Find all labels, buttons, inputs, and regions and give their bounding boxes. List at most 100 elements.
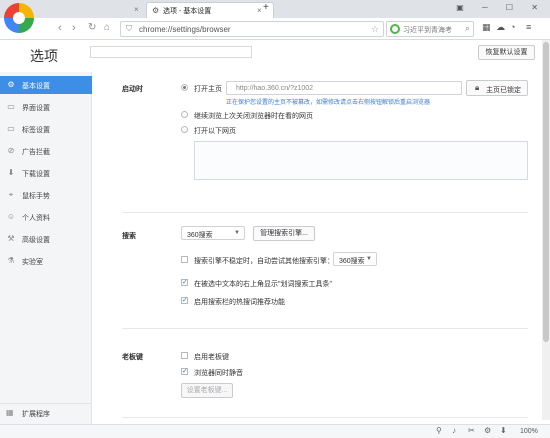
- sidebar-item-label: 广告拦截: [22, 149, 50, 156]
- reset-defaults-button[interactable]: 恢复默认设置: [478, 45, 535, 60]
- manage-search-engines-button[interactable]: 管理搜索引擎...: [253, 226, 315, 241]
- extensions-icon: ▦: [6, 408, 14, 417]
- selection-search-toolbar-checkbox[interactable]: [181, 278, 188, 286]
- download-icon: ⬇: [7, 168, 15, 177]
- boss-key-checkbox[interactable]: [181, 352, 188, 359]
- sidebar-item-label: 下载设置: [22, 171, 50, 178]
- sidebar-item-adblock[interactable]: ⊘ 广告拦截: [0, 142, 92, 160]
- browser-logo-icon[interactable]: [4, 3, 34, 33]
- startup-section-label: 启动时: [122, 86, 143, 93]
- scrollbar-thumb[interactable]: [543, 42, 549, 342]
- sidebar-item-interface[interactable]: ▭ 界面设置: [0, 98, 92, 116]
- gear-icon: ⚙: [7, 80, 15, 89]
- title-bar: × ⚙ 选项 - 基本设置 × + ▣ ─ ☐ ✕: [0, 0, 550, 18]
- mute-label: 浏览器同时静音: [194, 370, 243, 377]
- section-divider: [122, 328, 528, 329]
- search-section-label: 搜索: [122, 233, 136, 240]
- sidebar-item-label: 个人资料: [22, 215, 50, 222]
- section-divider: [122, 212, 528, 213]
- menu-icon[interactable]: ≡: [526, 22, 531, 32]
- open-homepage-label: 打开主页: [194, 86, 222, 93]
- search-input[interactable]: 习近平到青海考: [403, 25, 452, 35]
- sidebar-item-label: 实验室: [22, 259, 43, 266]
- selection-search-toolbar-label: 在被选中文本的右上角显示"划词搜索工具条": [194, 281, 332, 288]
- search-engine-icon: [390, 24, 400, 34]
- status-bar: ⚲ ♪ ✂ ⚙ ⬇ 100%: [0, 424, 550, 438]
- tab-icon: ▭: [7, 124, 15, 133]
- sidebar-item-label: 鼠标手势: [22, 193, 50, 200]
- zoom-level[interactable]: 100%: [520, 428, 538, 435]
- window-controls[interactable]: ▣ ─ ☐ ✕: [456, 3, 546, 12]
- fallback-engine-select[interactable]: 360搜索 ▼: [333, 252, 377, 266]
- page-title: 选项: [30, 48, 58, 64]
- radio-open-pages[interactable]: [181, 126, 188, 133]
- sidebar-item-advanced[interactable]: ⚒ 高级设置: [0, 230, 92, 248]
- startup-pages-list[interactable]: [194, 141, 528, 180]
- chevron-down-icon: ▼: [234, 230, 240, 236]
- sidebar-item-download[interactable]: ⬇ 下载设置: [0, 164, 92, 182]
- sidebar: ⚙ 基本设置 ▭ 界面设置 ▭ 标签设置 ⊘ 广告拦截 ⬇ 下载设置 ⌖ 鼠标手…: [0, 72, 92, 438]
- sidebar-item-label: 基本设置: [22, 83, 50, 90]
- mute-icon[interactable]: ♪: [452, 426, 456, 435]
- homepage-value: http://hao.360.cn/?z1002: [236, 85, 314, 92]
- toolbar: ‹ › ↻ ⌂ ⛉ chrome://settings/browser ☆ 习近…: [0, 18, 550, 40]
- search-engine-value: 360搜索: [187, 232, 213, 239]
- radio-continue-session[interactable]: [181, 111, 188, 118]
- search-box[interactable]: 习近平到青海考 ⌕: [386, 21, 474, 37]
- homepage-field[interactable]: http://hao.360.cn/?z1002: [226, 81, 462, 95]
- continue-session-label: 继续浏览上次关闭浏览器时在看的网页: [194, 113, 313, 120]
- search-engine-select[interactable]: 360搜索 ▼: [181, 226, 245, 240]
- hot-words-label: 启用搜索栏的热搜词推荐功能: [194, 299, 285, 306]
- download-icon[interactable]: ⬇: [500, 426, 507, 435]
- fallback-search-checkbox[interactable]: [181, 256, 188, 263]
- mute-checkbox[interactable]: [181, 367, 188, 375]
- sidebar-item-label: 界面设置: [22, 105, 50, 112]
- sidebar-item-lab[interactable]: ⚗ 实验室: [0, 252, 92, 270]
- boss-key-section-label: 老板键: [122, 354, 143, 361]
- apps-icon[interactable]: ▦: [482, 22, 491, 33]
- settings-search-input[interactable]: [90, 46, 252, 58]
- tab-inactive[interactable]: ×: [40, 3, 144, 18]
- boss-key-label: 启用老板键: [194, 354, 229, 361]
- tab-settings[interactable]: ⚙ 选项 - 基本设置 ×: [146, 2, 274, 18]
- sidebar-item-label: 标签设置: [22, 127, 50, 134]
- star-icon[interactable]: ☆: [371, 24, 379, 35]
- reload-icon[interactable]: ↻: [88, 22, 96, 34]
- search-icon[interactable]: ⌕: [465, 23, 470, 34]
- window-icon: ▭: [7, 102, 15, 111]
- lock-icon: 🔒︎: [475, 83, 480, 92]
- block-icon: ⊘: [7, 146, 15, 155]
- sidebar-item-gestures[interactable]: ⌖ 鼠标手势: [0, 186, 92, 204]
- sidebar-item-basic[interactable]: ⚙ 基本设置: [0, 76, 92, 94]
- sidebar-item-tabs[interactable]: ▭ 标签设置: [0, 120, 92, 138]
- address-bar[interactable]: ⛉ chrome://settings/browser ☆: [120, 21, 384, 37]
- homepage-protection-note: 正在保护您设置的主页不被篡改，如需修改请点击右侧按钮解锁后重启浏览器: [226, 100, 431, 106]
- home-icon[interactable]: ⌂: [104, 22, 110, 34]
- sidebar-item-extensions[interactable]: ▦ 扩展程序: [0, 403, 92, 421]
- lab-icon: ⚗: [7, 256, 15, 265]
- sidebar-item-profile[interactable]: ☺ 个人资料: [0, 208, 92, 226]
- forward-icon[interactable]: ›: [72, 22, 76, 34]
- radio-open-homepage[interactable]: [181, 84, 188, 91]
- back-icon[interactable]: ‹: [58, 22, 62, 34]
- new-tab-button[interactable]: +: [263, 2, 269, 13]
- user-icon[interactable]: ◔: [510, 22, 515, 32]
- homepage-lock-button[interactable]: 🔒︎ 主页已锁定: [466, 80, 528, 96]
- sidebar-item-label: 高级设置: [22, 237, 50, 244]
- cloud-icon[interactable]: ☁: [496, 22, 505, 33]
- hot-words-checkbox[interactable]: [181, 296, 188, 304]
- advanced-icon: ⚒: [7, 234, 15, 243]
- settings-gear-icon: ⚙: [152, 6, 160, 15]
- url-text[interactable]: chrome://settings/browser: [139, 25, 231, 34]
- tab-close-icon[interactable]: ×: [134, 5, 139, 15]
- tools-icon[interactable]: ⚙: [484, 426, 491, 435]
- screenshot-icon[interactable]: ✂: [468, 426, 475, 435]
- scrollbar[interactable]: [542, 40, 550, 420]
- mouse-icon: ⌖: [8, 190, 14, 199]
- set-boss-key-button[interactable]: 设置老板键...: [181, 383, 233, 398]
- open-pages-label: 打开以下网页: [194, 128, 236, 135]
- chevron-down-icon: ▼: [366, 256, 372, 262]
- tab-close-icon[interactable]: ×: [257, 6, 262, 16]
- pin-icon[interactable]: ⚲: [436, 426, 442, 435]
- tab-title: 选项 - 基本设置: [163, 8, 212, 15]
